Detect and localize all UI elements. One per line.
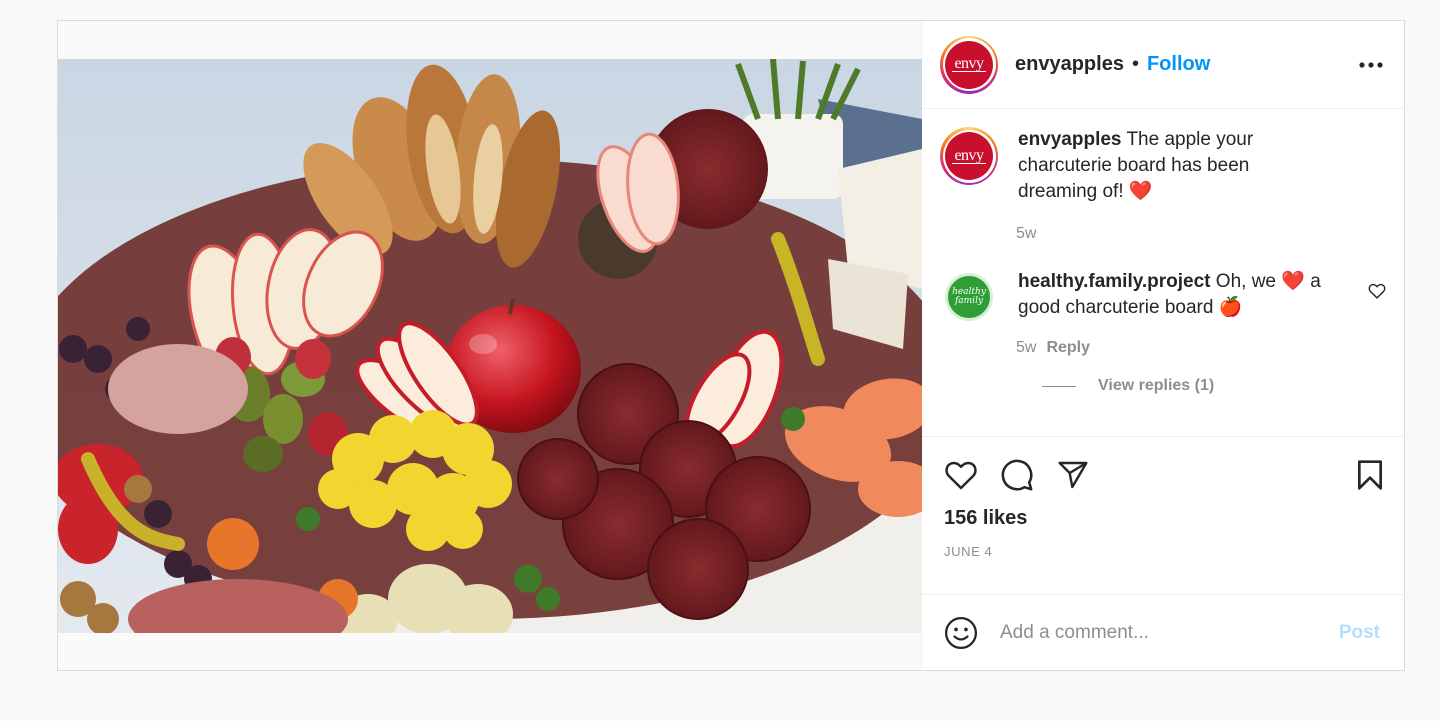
reply-button[interactable]: Reply	[1046, 339, 1090, 357]
more-options-button[interactable]	[1356, 50, 1386, 80]
add-comment-bar: Post	[922, 594, 1404, 670]
action-bar	[922, 437, 1404, 513]
post-sidebar: envy envyapples • Follow envy envyapples…	[922, 21, 1404, 670]
instagram-post: envy envyapples • Follow envy envyapples…	[57, 20, 1405, 671]
paper-plane-icon	[1058, 461, 1088, 489]
heart-icon	[945, 461, 977, 490]
envy-logo-text: envy	[952, 55, 986, 72]
view-replies-line	[1042, 385, 1076, 387]
follow-button[interactable]: Follow	[1147, 53, 1210, 76]
heart-emoji: ❤️	[1281, 271, 1305, 292]
post-comment-button[interactable]: Post	[1339, 622, 1380, 644]
apple-emoji: 🍎	[1218, 297, 1243, 318]
post-media	[58, 21, 922, 670]
comment-text: healthy.family.project Oh, we ❤️ a good …	[1018, 269, 1348, 321]
heart-emoji: ❤️	[1128, 181, 1153, 202]
heart-small-icon	[1368, 283, 1386, 299]
envy-logo: envy	[945, 40, 993, 89]
bookmark-icon	[1358, 460, 1382, 490]
envy-logo-text: envy	[952, 146, 986, 164]
caption-text: envyapples The apple your charcuterie bo…	[1018, 127, 1318, 205]
comment-input[interactable]	[1000, 621, 1339, 644]
caption-author-avatar[interactable]: envy	[940, 127, 998, 185]
charcuterie-image	[58, 59, 922, 633]
post-photo[interactable]	[58, 59, 922, 633]
likes-count[interactable]: 156 likes	[922, 507, 1404, 530]
envy-logo: envy	[945, 132, 993, 180]
post-date[interactable]: JUNE 4	[922, 544, 1404, 559]
author-username[interactable]: envyapples	[1015, 53, 1124, 76]
caption-age[interactable]: 5w	[1016, 225, 1036, 243]
save-button[interactable]	[1356, 459, 1384, 491]
smiley-icon	[944, 616, 978, 649]
more-horizontal-icon	[1359, 61, 1383, 68]
view-replies-button[interactable]: View replies (1)	[1042, 377, 1386, 395]
comments-section[interactable]: envy envyapples The apple your charcuter…	[922, 109, 1404, 437]
commenter-username[interactable]: healthy.family.project	[1018, 271, 1211, 292]
commenter-avatar-line2: family	[954, 296, 984, 306]
post-header: envy envyapples • Follow	[922, 21, 1404, 109]
caption-meta: 5w	[1016, 225, 1386, 243]
commenter-avatar[interactable]: healthy family	[945, 273, 993, 321]
like-button[interactable]	[944, 460, 978, 490]
comment-row: healthy family healthy.family.project Oh…	[940, 269, 1386, 321]
comment-body-start: Oh, we	[1215, 271, 1276, 292]
view-replies-label: View replies (1)	[1098, 377, 1215, 394]
emoji-button[interactable]	[944, 616, 978, 650]
comment-meta: 5w Reply	[1016, 339, 1386, 357]
caption-row: envy envyapples The apple your charcuter…	[940, 127, 1386, 205]
comment-age[interactable]: 5w	[1016, 339, 1036, 357]
share-button[interactable]	[1056, 459, 1090, 491]
comment-like-button[interactable]	[1368, 283, 1386, 304]
caption-username[interactable]: envyapples	[1018, 129, 1122, 150]
header-separator: •	[1131, 53, 1139, 75]
author-avatar[interactable]: envy	[940, 35, 998, 94]
comment-bubble-icon	[1001, 459, 1033, 491]
comment-button[interactable]	[1000, 458, 1034, 492]
